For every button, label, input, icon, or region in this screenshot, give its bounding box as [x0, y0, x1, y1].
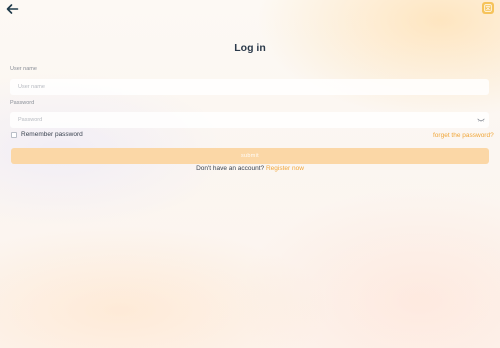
password-label: Password	[10, 100, 35, 106]
no-account-text: Don't have an account?	[196, 165, 265, 172]
username-label: User name	[10, 66, 37, 72]
eye-closed-icon	[477, 118, 485, 122]
submit-button[interactable]: submit	[11, 148, 489, 164]
back-arrow-icon[interactable]	[5, 2, 19, 16]
username-input[interactable]	[10, 79, 489, 95]
forgot-password-link[interactable]: forget the password?	[433, 132, 494, 139]
translate-icon	[484, 4, 492, 12]
remember-password-checkbox[interactable]	[11, 132, 17, 138]
password-input[interactable]	[10, 112, 489, 128]
language-button[interactable]	[482, 2, 494, 14]
register-prompt: Don't have an account? Register now	[0, 165, 500, 172]
register-now-link[interactable]: Register now	[266, 165, 304, 172]
page-title: Log in	[234, 42, 266, 54]
remember-password-label[interactable]: Remember password	[21, 131, 83, 138]
password-visibility-toggle[interactable]	[476, 116, 486, 124]
